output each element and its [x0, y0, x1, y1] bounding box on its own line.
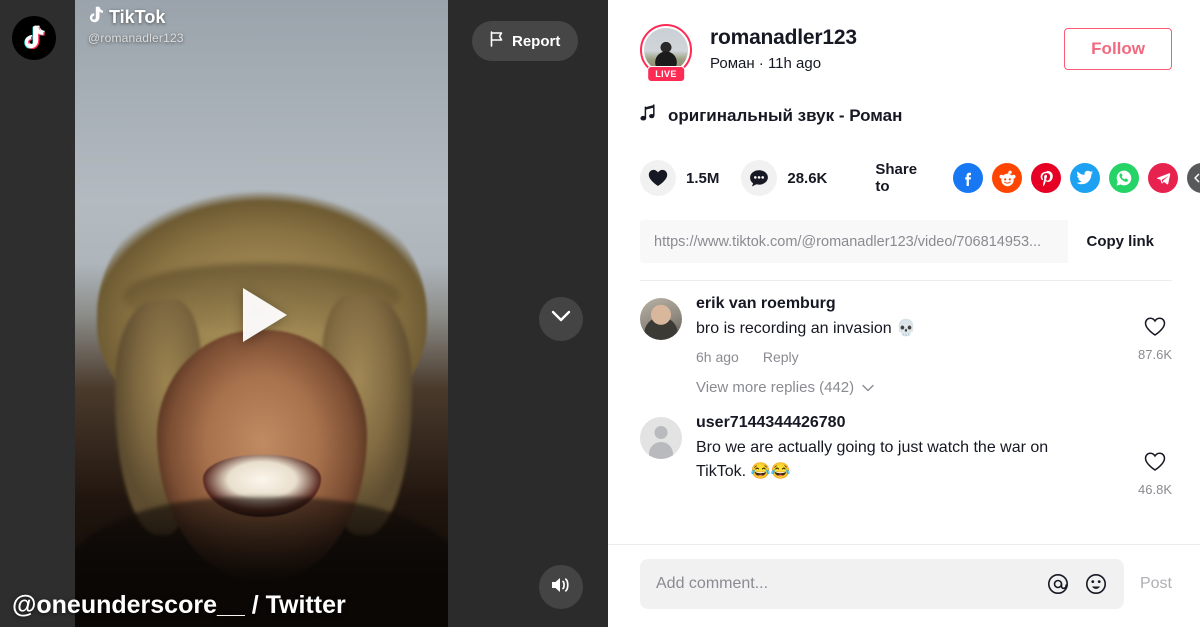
comment-button[interactable]: 28.6K: [741, 160, 827, 196]
post-comment-button[interactable]: Post: [1140, 575, 1172, 593]
watermark-note-icon: [88, 6, 103, 28]
music-row[interactable]: оригинальный звук - Роман: [640, 104, 1172, 127]
view-more-replies-label: View more replies (442): [696, 379, 855, 396]
share-icons-row: [953, 163, 1200, 193]
tiktok-video-page: TikTok @romanadler123 Report @oneundersc…: [0, 0, 1200, 627]
live-badge: LIVE: [647, 66, 685, 82]
watermark-handle-label: @romanadler123: [88, 31, 184, 45]
next-video-button[interactable]: [539, 297, 583, 341]
video-info-panel: LIVE romanadler123 Роман · 11h ago Follo…: [608, 0, 1200, 627]
author-subtitle: Роман · 11h ago: [710, 55, 822, 72]
at-mention-icon[interactable]: [1046, 572, 1070, 596]
comment-composer: Post: [608, 544, 1200, 627]
like-button[interactable]: 1.5M: [640, 160, 719, 196]
commenter-avatar[interactable]: [640, 417, 682, 459]
emoji-smile-icon[interactable]: [1084, 572, 1108, 596]
music-note-icon: [640, 104, 656, 127]
flag-icon: [490, 31, 504, 51]
comment-like-button[interactable]: 46.8K: [1138, 452, 1172, 497]
follow-button[interactable]: Follow: [1064, 28, 1172, 70]
comment-input[interactable]: [656, 575, 1032, 593]
comment-like-count: 46.8K: [1138, 482, 1172, 497]
comment-meta: 6h ago Reply: [696, 349, 1172, 365]
comment-like-button[interactable]: 87.6K: [1138, 317, 1172, 362]
comment-body: user7144344426780 Bro we are actually go…: [696, 414, 1172, 484]
comment-bubble-icon: [741, 160, 778, 196]
heart-outline-icon: [1144, 317, 1166, 341]
share-to-label: Share to: [875, 161, 918, 195]
view-more-replies-button[interactable]: View more replies (442): [696, 379, 1172, 396]
comment-reply-button[interactable]: Reply: [763, 349, 799, 365]
commenter-name[interactable]: erik van roemburg: [696, 295, 1172, 313]
comment-body: erik van roemburg bro is recording an in…: [696, 295, 1172, 365]
music-title-label: оригинальный звук - Роман: [668, 105, 903, 125]
comment-item: user7144344426780 Bro we are actually go…: [640, 414, 1172, 497]
video-stage[interactable]: TikTok @romanadler123 Report @oneundersc…: [0, 0, 608, 627]
embed-share-icon[interactable]: [1187, 163, 1200, 193]
heart-outline-icon: [1144, 452, 1166, 476]
comment-count: 28.6K: [787, 169, 828, 187]
comment-timestamp: 6h ago: [696, 349, 739, 365]
pinterest-share-icon[interactable]: [1031, 163, 1062, 193]
report-button[interactable]: Report: [472, 21, 579, 61]
engagement-row: 1.5M 28.6K Share to: [640, 160, 1200, 196]
share-link-row: Copy link: [640, 220, 1172, 263]
facebook-share-icon[interactable]: [953, 163, 984, 193]
commenter-avatar[interactable]: [640, 298, 682, 340]
stage-right-rail: [448, 0, 608, 627]
play-icon[interactable]: [243, 288, 287, 342]
tiktok-logo-icon: [12, 16, 56, 60]
author-meta: romanadler123 Роман · 11h ago: [710, 24, 857, 72]
report-label: Report: [512, 32, 561, 50]
commenter-name[interactable]: user7144344426780: [696, 414, 1172, 432]
comment-input-box[interactable]: [640, 559, 1124, 609]
reddit-share-icon[interactable]: [992, 163, 1023, 193]
whatsapp-share-icon[interactable]: [1109, 163, 1140, 193]
watermark-brand-label: TikTok: [109, 6, 166, 27]
volume-button[interactable]: [539, 565, 583, 609]
chevron-down-icon: [551, 310, 571, 328]
chevron-down-small-icon: [862, 379, 874, 396]
comment-item: erik van roemburg bro is recording an in…: [640, 295, 1172, 365]
telegram-share-icon[interactable]: [1148, 163, 1179, 193]
video-watermark: TikTok @romanadler123: [88, 6, 184, 46]
source-credit-label: @oneunderscore__ / Twitter: [12, 591, 346, 619]
comment-text: bro is recording an invasion 💀: [696, 320, 917, 337]
like-count: 1.5M: [686, 169, 720, 187]
twitter-share-icon[interactable]: [1070, 163, 1101, 193]
author-row: LIVE romanadler123 Роман · 11h ago Follo…: [640, 24, 1172, 82]
comments-list[interactable]: erik van roemburg bro is recording an in…: [608, 281, 1200, 544]
heart-filled-icon: [640, 160, 676, 196]
volume-on-icon: [550, 575, 572, 600]
author-avatar[interactable]: LIVE: [640, 24, 692, 82]
comment-text: Bro we are actually going to just watch …: [696, 439, 1049, 480]
copy-link-button[interactable]: Copy link: [1068, 220, 1172, 263]
share-link-input[interactable]: [640, 220, 1069, 263]
comment-like-count: 87.6K: [1138, 347, 1172, 362]
stage-left-rail: [0, 0, 75, 627]
panel-header: LIVE romanadler123 Роман · 11h ago Follo…: [608, 0, 1200, 281]
author-username[interactable]: romanadler123: [710, 26, 857, 50]
